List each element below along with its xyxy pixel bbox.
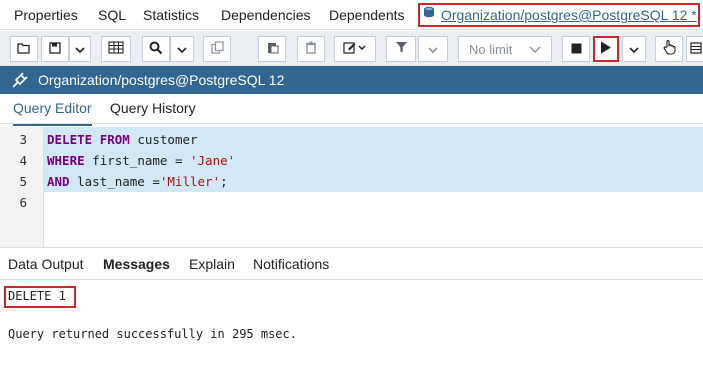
sql-text: last_name = bbox=[69, 174, 160, 189]
code-line: DELETE FROM customer bbox=[47, 132, 198, 147]
tab-dependencies[interactable]: Dependencies bbox=[221, 0, 311, 30]
edit-button[interactable] bbox=[334, 36, 376, 62]
sql-string: 'Miller' bbox=[159, 174, 221, 189]
edit-icon bbox=[343, 41, 367, 57]
sql-text: customer bbox=[129, 132, 198, 147]
filter-dropdown-button[interactable] bbox=[418, 36, 448, 62]
tab-sql[interactable]: SQL bbox=[98, 0, 126, 30]
paste-icon bbox=[266, 41, 279, 57]
open-file-icon bbox=[17, 42, 31, 57]
chevron-down-icon bbox=[529, 42, 541, 57]
chevron-down-icon bbox=[177, 42, 187, 57]
save-dropdown-button[interactable] bbox=[69, 36, 91, 62]
database-icon bbox=[423, 6, 435, 24]
tab-notifications[interactable]: Notifications bbox=[253, 248, 329, 280]
tab-query-editor[interactable]: Query Editor bbox=[13, 94, 92, 126]
sql-keyword: WHERE bbox=[47, 153, 85, 168]
panel-tab-bar: Properties SQL Statistics Dependencies D… bbox=[0, 0, 703, 30]
execute-dropdown-button[interactable] bbox=[622, 36, 646, 62]
tab-explain[interactable]: Explain bbox=[189, 248, 235, 280]
tab-query-tool-label: Organization/postgres@PostgreSQL 12 * bbox=[441, 7, 697, 23]
grid-view-button[interactable] bbox=[101, 36, 131, 62]
code-line: WHERE first_name = 'Jane' bbox=[47, 153, 235, 168]
tab-data-output[interactable]: Data Output bbox=[8, 248, 84, 280]
chevron-down-icon bbox=[629, 42, 639, 57]
row-limit-value: No limit bbox=[469, 41, 513, 57]
paste-button[interactable] bbox=[258, 36, 286, 62]
search-icon bbox=[149, 41, 163, 58]
connection-bar[interactable]: Organization/postgres@PostgreSQL 12 bbox=[0, 66, 703, 94]
hand-icon bbox=[663, 39, 676, 58]
find-dropdown-button[interactable] bbox=[170, 36, 194, 62]
row-limit-select[interactable]: No limit bbox=[458, 36, 552, 62]
sql-text: ; bbox=[220, 174, 228, 189]
status-message: Query returned successfully in 295 msec. bbox=[8, 327, 297, 341]
tab-properties[interactable]: Properties bbox=[14, 0, 78, 30]
line-number-gutter: 3 4 5 6 bbox=[0, 127, 44, 247]
line-number: 6 bbox=[19, 195, 27, 210]
filter-button[interactable] bbox=[386, 36, 416, 62]
delete-button[interactable] bbox=[297, 36, 325, 62]
query-toolbar: No limit bbox=[0, 31, 703, 66]
macros-button[interactable] bbox=[655, 36, 683, 62]
line-number: 4 bbox=[19, 153, 27, 168]
open-file-button[interactable] bbox=[10, 36, 38, 62]
sql-keyword: AND bbox=[47, 174, 70, 189]
connection-plug-icon bbox=[12, 72, 28, 88]
sql-keyword: FROM bbox=[99, 132, 130, 147]
copy-icon bbox=[210, 41, 224, 57]
tab-query-history[interactable]: Query History bbox=[110, 94, 196, 124]
more-tools-button[interactable] bbox=[686, 36, 703, 62]
tab-statistics[interactable]: Statistics bbox=[143, 0, 199, 30]
sql-text: first_name = bbox=[84, 153, 190, 168]
delete-icon bbox=[305, 41, 317, 57]
output-tab-bar: Data Output Messages Explain Notificatio… bbox=[0, 247, 703, 280]
connection-title: Organization/postgres@PostgreSQL 12 bbox=[38, 72, 285, 88]
editor-tab-bar: Query Editor Query History bbox=[0, 94, 703, 126]
chevron-down-icon bbox=[75, 42, 85, 57]
messages-panel: DELETE 1 Query returned successfully in … bbox=[0, 281, 703, 369]
find-button[interactable] bbox=[142, 36, 170, 62]
save-icon bbox=[49, 41, 61, 57]
sql-keyword: DELETE bbox=[47, 132, 93, 147]
line-number: 3 bbox=[19, 132, 27, 147]
tab-dependents[interactable]: Dependents bbox=[329, 0, 405, 30]
save-button[interactable] bbox=[41, 36, 69, 62]
line-number: 5 bbox=[19, 174, 27, 189]
result-message: DELETE 1 bbox=[8, 289, 66, 303]
grid-icon bbox=[108, 41, 124, 57]
sql-string: 'Jane' bbox=[190, 153, 236, 168]
cancel-query-button[interactable] bbox=[562, 36, 590, 62]
tab-query-tool-active[interactable]: Organization/postgres@PostgreSQL 12 * bbox=[418, 3, 700, 27]
tab-messages[interactable]: Messages bbox=[103, 248, 170, 280]
copy-button[interactable] bbox=[203, 36, 231, 62]
more-icon bbox=[690, 41, 702, 57]
chevron-down-icon bbox=[428, 42, 438, 57]
filter-icon bbox=[395, 41, 408, 57]
execute-icon bbox=[600, 41, 612, 57]
stop-icon bbox=[571, 42, 582, 57]
code-line: AND last_name ='Miller'; bbox=[47, 174, 228, 189]
sql-editor[interactable]: 3 4 5 6 DELETE FROM customer WHERE first… bbox=[0, 127, 703, 247]
execute-button[interactable] bbox=[593, 36, 619, 62]
